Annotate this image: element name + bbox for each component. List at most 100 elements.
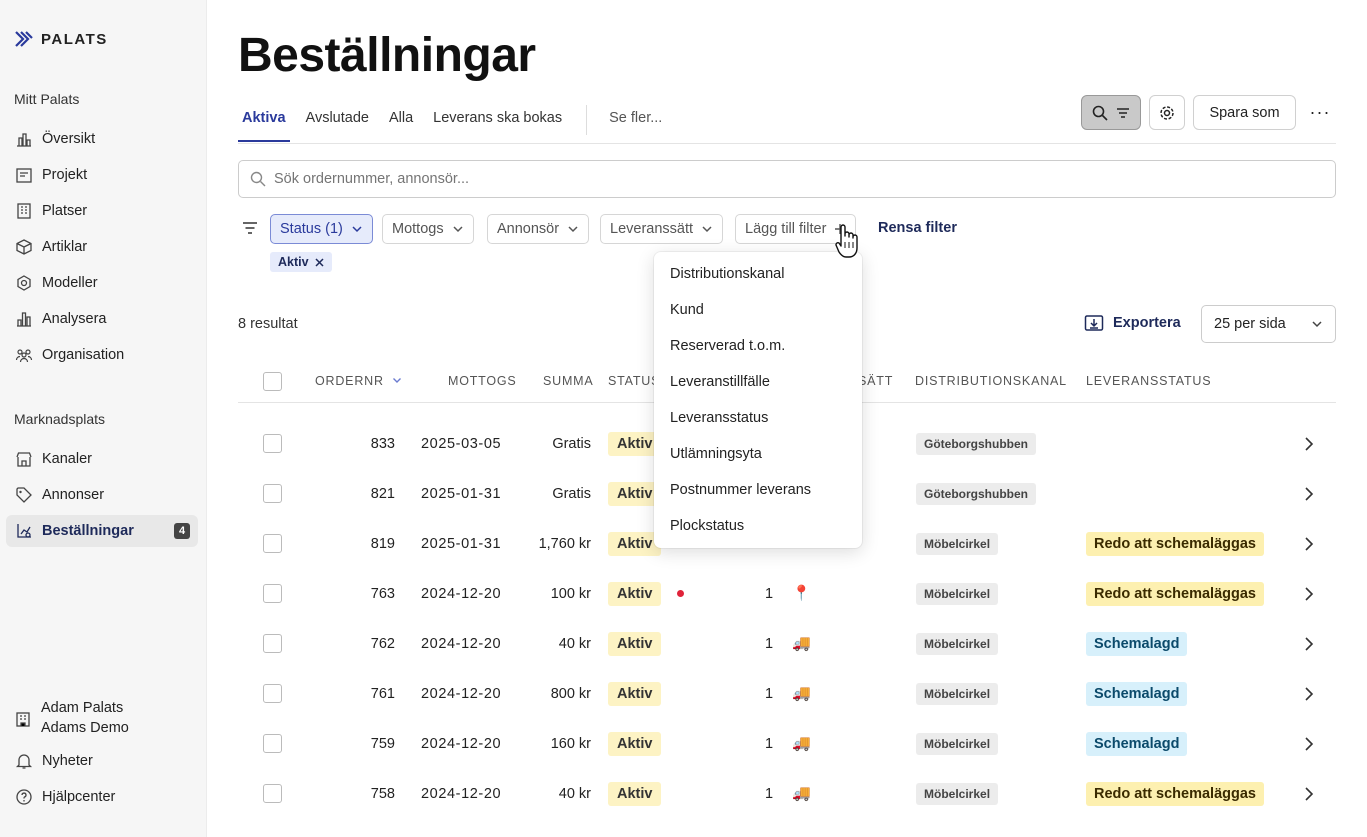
sidebar-item-artiklar[interactable]: Artiklar: [6, 231, 198, 263]
logo[interactable]: PALATS: [14, 29, 108, 49]
row-checkbox[interactable]: [263, 534, 282, 553]
column-header-mottogs[interactable]: MOTTOGS: [448, 374, 517, 388]
row-checkbox[interactable]: [263, 634, 282, 653]
tab-se-fler[interactable]: Se fler...: [605, 96, 666, 142]
column-header-ordernr[interactable]: ORDERNR: [315, 374, 402, 388]
row-checkbox[interactable]: [263, 784, 282, 803]
row-checkbox[interactable]: [263, 434, 282, 453]
truck-icon: 🚚: [792, 685, 811, 702]
count-badge: 4: [174, 523, 190, 539]
filter-chip-leveranssatt[interactable]: Leveranssätt: [600, 214, 724, 244]
column-header-summa[interactable]: SUMMA: [543, 374, 594, 388]
sidebar-item-label: Artiklar: [42, 239, 88, 255]
chevron-down-icon: [453, 226, 463, 233]
tab-avslutade[interactable]: Avslutade: [302, 96, 373, 142]
chevron-right-icon[interactable]: [1304, 536, 1314, 552]
page-title: Beställningar: [238, 29, 536, 82]
settings-button[interactable]: [1149, 95, 1185, 130]
chevron-right-icon[interactable]: [1304, 436, 1314, 452]
filter-chip-annonsor[interactable]: Annonsör: [487, 214, 590, 244]
sidebar-item-organisation[interactable]: Organisation: [6, 339, 198, 371]
filter-icon[interactable]: [241, 219, 259, 237]
order-number: 763: [370, 586, 395, 602]
sidebar-item-nyheter[interactable]: Nyheter: [6, 745, 198, 777]
clear-filters-link[interactable]: Rensa filter: [878, 220, 957, 236]
row-checkbox[interactable]: [263, 484, 282, 503]
tag-label: Aktiv: [278, 255, 309, 269]
quantity: 1: [765, 786, 774, 802]
tab-aktiva[interactable]: Aktiva: [238, 96, 290, 142]
search-icon: [250, 171, 266, 187]
menu-item-leveransstatus[interactable]: Leveransstatus: [654, 400, 862, 436]
sidebar-item-kanaler[interactable]: Kanaler: [6, 443, 198, 475]
user-profile[interactable]: Adam Palats Adams Demo: [14, 698, 129, 738]
chevron-right-icon[interactable]: [1304, 786, 1314, 802]
order-number: 758: [370, 786, 395, 802]
chevron-right-icon[interactable]: [1304, 486, 1314, 502]
filter-chip-status[interactable]: Status (1): [270, 214, 373, 244]
tab-leverans-ska-bokas[interactable]: Leverans ska bokas: [429, 96, 566, 142]
chip-label: Leveranssätt: [610, 221, 694, 237]
channel-badge: Göteborgshubben: [916, 483, 1036, 505]
gear-icon: [1160, 105, 1174, 120]
column-header-distributionskanal[interactable]: DISTRIBUTIONSKANAL: [915, 374, 1067, 388]
filter-chip-mottogs[interactable]: Mottogs: [382, 214, 474, 244]
sidebar-item-projekt[interactable]: Projekt: [6, 159, 198, 191]
sidebar-item-platser[interactable]: Platser: [6, 195, 198, 227]
sidebar-item-label: Platser: [42, 203, 88, 219]
search-icon: [1092, 105, 1108, 121]
menu-item-postnummer-leverans[interactable]: Postnummer leverans: [654, 472, 862, 508]
sidebar-item-modeller[interactable]: Modeller: [6, 267, 198, 299]
order-sum: 40 kr: [558, 786, 591, 802]
table-row[interactable]: 763 2024-12-20 100 kr Aktiv 1 📍 Möbelcirkel Red…: [238, 569, 1336, 619]
sidebar-item-annonser[interactable]: Annonser: [6, 479, 198, 511]
sidebar-item-bestallningar[interactable]: Beställningar 4: [6, 515, 198, 547]
table-row[interactable]: 758 2024-12-20 40 kr Aktiv 1 🚚 Möbelcirkel Redo…: [238, 769, 1336, 819]
more-options-button[interactable]: ···: [1304, 95, 1336, 130]
channel-badge: Göteborgshubben: [916, 433, 1036, 455]
sidebar-item-label: Beställningar: [42, 523, 134, 539]
row-checkbox[interactable]: [263, 584, 282, 603]
sidebar-item-hjalpcenter[interactable]: Hjälpcenter: [6, 781, 198, 813]
column-header-leveranssatt[interactable]: SÄTT: [858, 374, 893, 388]
search-input[interactable]: [274, 171, 1274, 187]
sidebar-item-analysera[interactable]: Analysera: [6, 303, 198, 335]
row-checkbox[interactable]: [263, 684, 282, 703]
row-checkbox[interactable]: [263, 734, 282, 753]
menu-item-leveranstillfalle[interactable]: Leveranstillfälle: [654, 364, 862, 400]
table-row[interactable]: 759 2024-12-20 160 kr Aktiv 1 🚚 Möbelcirkel Sch…: [238, 719, 1336, 769]
bar-chart-icon: [15, 310, 33, 328]
chevron-right-icon[interactable]: [1304, 686, 1314, 702]
delivery-status-badge: Redo att schemaläggas: [1086, 582, 1264, 606]
sidebar-item-label: Hjälpcenter: [42, 789, 116, 805]
menu-item-kund[interactable]: Kund: [654, 292, 862, 328]
logo-text: PALATS: [41, 30, 108, 48]
chevron-right-icon[interactable]: [1304, 636, 1314, 652]
column-header-leveransstatus[interactable]: LEVERANSSTATUS: [1086, 374, 1211, 388]
table-row[interactable]: 761 2024-12-20 800 kr Aktiv 1 🚚 Möbelcirkel Sch…: [238, 669, 1336, 719]
menu-item-reserverad[interactable]: Reserverad t.o.m.: [654, 328, 862, 364]
received-date: 2025-03-05: [421, 436, 502, 452]
orders-icon: [15, 522, 33, 540]
export-button[interactable]: Exportera: [1084, 313, 1181, 333]
menu-item-plockstatus[interactable]: Plockstatus: [654, 508, 862, 544]
menu-item-distributionskanal[interactable]: Distributionskanal: [654, 256, 862, 292]
search-field[interactable]: [238, 160, 1336, 198]
chevron-right-icon[interactable]: [1304, 586, 1314, 602]
table-row[interactable]: 762 2024-12-20 40 kr Aktiv 1 🚚 Möbelcirkel Sche…: [238, 619, 1336, 669]
column-header-status[interactable]: STATUS: [608, 374, 660, 388]
search-filter-toggle-button[interactable]: [1081, 95, 1141, 130]
received-date: 2024-12-20: [421, 636, 502, 652]
menu-item-utlamningsyta[interactable]: Utlämningsyta: [654, 436, 862, 472]
tab-alla[interactable]: Alla: [385, 96, 417, 142]
sort-down-icon: [393, 378, 402, 383]
select-all-checkbox[interactable]: [263, 372, 282, 391]
channel-badge: Möbelcirkel: [916, 533, 999, 555]
order-sum: Gratis: [552, 436, 591, 452]
close-icon[interactable]: [315, 257, 324, 267]
per-page-select[interactable]: 25 per sida: [1201, 305, 1336, 343]
sidebar-item-oversikt[interactable]: Översikt: [6, 123, 198, 155]
received-date: 2025-01-31: [421, 486, 502, 502]
save-as-button[interactable]: Spara som: [1193, 95, 1296, 130]
chevron-right-icon[interactable]: [1304, 736, 1314, 752]
